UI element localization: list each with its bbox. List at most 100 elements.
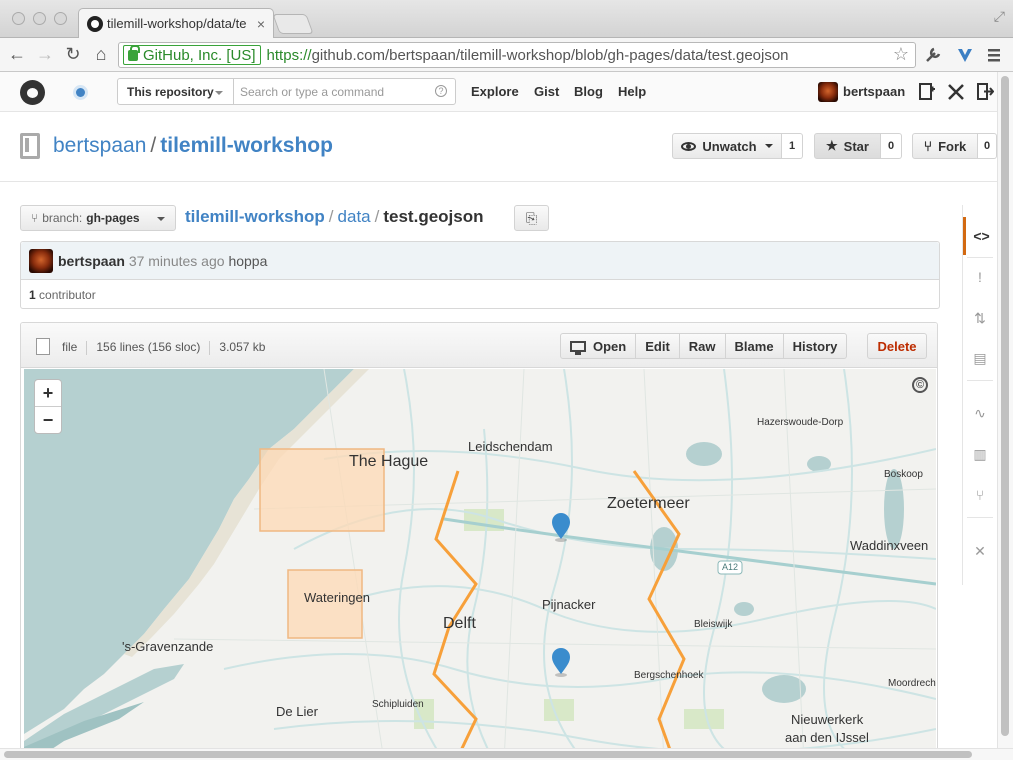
fullscreen-icon[interactable]: ⤢ bbox=[994, 8, 1005, 25]
vertical-scroll-thumb[interactable] bbox=[1001, 76, 1009, 736]
rail-network-icon[interactable]: ⑂ bbox=[963, 476, 997, 514]
extension-icon[interactable] bbox=[955, 45, 975, 65]
contributor-count: 1 bbox=[29, 288, 36, 302]
branch-selector[interactable]: ⑂ branch: gh-pages bbox=[20, 205, 176, 231]
bookmark-star-icon[interactable]: ☆ bbox=[893, 44, 909, 65]
home-icon[interactable]: ⌂ bbox=[90, 43, 112, 65]
breadcrumb-repo[interactable]: tilemill-workshop bbox=[185, 207, 325, 226]
vertical-scrollbar[interactable] bbox=[997, 72, 1013, 748]
browser-tab[interactable]: tilemill-workshop/data/te × bbox=[78, 8, 274, 38]
search-scope-label: This repository bbox=[127, 85, 214, 99]
ev-certificate-badge[interactable]: GitHub, Inc. [US] bbox=[123, 44, 261, 65]
geojson-map[interactable]: Leidschendam The Hague Zoetermeer Hazers… bbox=[24, 369, 936, 759]
notifications-icon[interactable] bbox=[76, 88, 85, 97]
fork-count[interactable]: 0 bbox=[978, 133, 997, 159]
clipboard-icon: ⎘ bbox=[525, 210, 538, 226]
close-window-button[interactable] bbox=[12, 12, 25, 25]
history-button[interactable]: History bbox=[784, 334, 847, 358]
commit-author-avatar[interactable] bbox=[29, 249, 53, 273]
fork-button[interactable]: ⑂ Fork bbox=[912, 133, 978, 159]
settings-tools-icon[interactable] bbox=[946, 82, 966, 102]
star-count[interactable]: 0 bbox=[881, 133, 902, 159]
breadcrumb-data[interactable]: data bbox=[338, 207, 371, 226]
forward-icon[interactable]: → bbox=[34, 43, 56, 65]
geojson-marker[interactable] bbox=[552, 648, 570, 677]
latest-commit: bertspaan 37 minutes ago hoppa bbox=[21, 242, 939, 280]
map-label: Hazerswoude-Dorp bbox=[757, 417, 844, 428]
nav-blog[interactable]: Blog bbox=[574, 84, 603, 99]
raw-button[interactable]: Raw bbox=[680, 334, 726, 358]
nav-explore[interactable]: Explore bbox=[471, 84, 519, 99]
chevron-down-icon bbox=[764, 144, 773, 152]
address-bar[interactable]: GitHub, Inc. [US] https://github.com/ber… bbox=[118, 42, 916, 68]
fork-label: Fork bbox=[938, 138, 967, 154]
breadcrumb-separator: / bbox=[374, 207, 380, 226]
tab-close-icon[interactable]: × bbox=[257, 16, 265, 32]
rail-code-icon[interactable]: <> bbox=[963, 217, 997, 255]
contributors[interactable]: 1 contributor bbox=[29, 288, 96, 302]
map-label: Boskoop bbox=[884, 469, 923, 480]
search-input[interactable]: Search or type a command ? bbox=[233, 78, 456, 105]
repo-name-link[interactable]: tilemill-workshop bbox=[160, 134, 333, 157]
map-label: Wateringen bbox=[304, 590, 370, 605]
copy-path-button[interactable]: ⎘ bbox=[514, 205, 549, 231]
breadcrumb-separator: / bbox=[328, 207, 334, 226]
zoom-in-button[interactable]: + bbox=[35, 380, 61, 407]
file-actions: Open Edit Raw Blame History bbox=[560, 333, 848, 359]
blame-button[interactable]: Blame bbox=[726, 334, 784, 358]
lake bbox=[884, 469, 904, 549]
minimize-window-button[interactable] bbox=[33, 12, 46, 25]
github-logo-icon[interactable] bbox=[20, 80, 45, 105]
commit-time: 37 minutes ago bbox=[128, 253, 225, 269]
rail-wiki-icon[interactable]: ▤ bbox=[963, 339, 997, 377]
rail-pull-requests-icon[interactable]: ⇅ bbox=[963, 299, 997, 337]
nav-help[interactable]: Help bbox=[618, 84, 646, 99]
menu-icon[interactable] bbox=[986, 47, 1002, 63]
monitor-icon bbox=[570, 340, 586, 355]
commit-title[interactable]: hoppa bbox=[228, 253, 267, 269]
waterway bbox=[353, 585, 936, 633]
waterway bbox=[223, 653, 936, 700]
rail-settings-icon[interactable]: ✕ bbox=[963, 532, 997, 570]
horizontal-scroll-thumb[interactable] bbox=[4, 751, 972, 758]
wrench-icon[interactable] bbox=[924, 46, 942, 64]
edit-button[interactable]: Edit bbox=[636, 334, 680, 358]
lock-icon bbox=[128, 44, 140, 61]
road bbox=[503, 369, 525, 759]
zoom-window-button[interactable] bbox=[54, 12, 67, 25]
unwatch-button[interactable]: Unwatch bbox=[672, 133, 782, 159]
rail-graphs-icon[interactable]: ▥ bbox=[963, 435, 997, 473]
reload-icon[interactable]: ↻ bbox=[62, 43, 84, 65]
attribution-icon[interactable]: © bbox=[912, 377, 928, 393]
ev-label: GitHub, Inc. [US] bbox=[143, 46, 256, 64]
file-mode: file bbox=[62, 340, 78, 354]
url-scheme: https:// bbox=[266, 46, 312, 64]
watch-count[interactable]: 1 bbox=[782, 133, 803, 159]
file-viewer: file 156 lines (156 sloc) 3.057 kb Open Ed… bbox=[20, 322, 938, 760]
rail-pulse-icon[interactable]: ∿ bbox=[963, 394, 997, 432]
commit-author[interactable]: bertspaan bbox=[58, 253, 125, 269]
commit-tease: bertspaan 37 minutes ago hoppa 1 contrib… bbox=[20, 241, 940, 309]
search-scope-dropdown[interactable]: This repository bbox=[117, 78, 234, 105]
star-button[interactable]: ★ Star bbox=[814, 133, 881, 159]
unwatch-label: Unwatch bbox=[702, 138, 757, 154]
lake bbox=[686, 442, 722, 466]
file-info: file 156 lines (156 sloc) 3.057 kb bbox=[62, 340, 265, 355]
user-avatar[interactable] bbox=[818, 82, 838, 102]
username-link[interactable]: bertspaan bbox=[843, 84, 905, 99]
map-label: 's-Gravenzande bbox=[122, 639, 214, 654]
nav-gist[interactable]: Gist bbox=[534, 84, 559, 99]
new-repo-icon[interactable] bbox=[918, 82, 936, 102]
branch-icon: ⑂ bbox=[31, 211, 39, 225]
map-label: Nieuwerkerk bbox=[791, 712, 864, 727]
new-tab-button[interactable] bbox=[272, 14, 314, 34]
rail-issues-icon[interactable]: ! bbox=[963, 258, 997, 296]
search-help-icon[interactable]: ? bbox=[435, 85, 447, 97]
zoom-out-button[interactable]: − bbox=[35, 407, 61, 434]
sign-out-icon[interactable] bbox=[976, 82, 994, 102]
horizontal-scrollbar[interactable] bbox=[0, 748, 1013, 760]
delete-button[interactable]: Delete bbox=[867, 333, 927, 359]
repo-owner-link[interactable]: bertspaan bbox=[53, 134, 146, 157]
open-button[interactable]: Open bbox=[561, 334, 637, 358]
back-icon[interactable]: ← bbox=[6, 43, 28, 65]
